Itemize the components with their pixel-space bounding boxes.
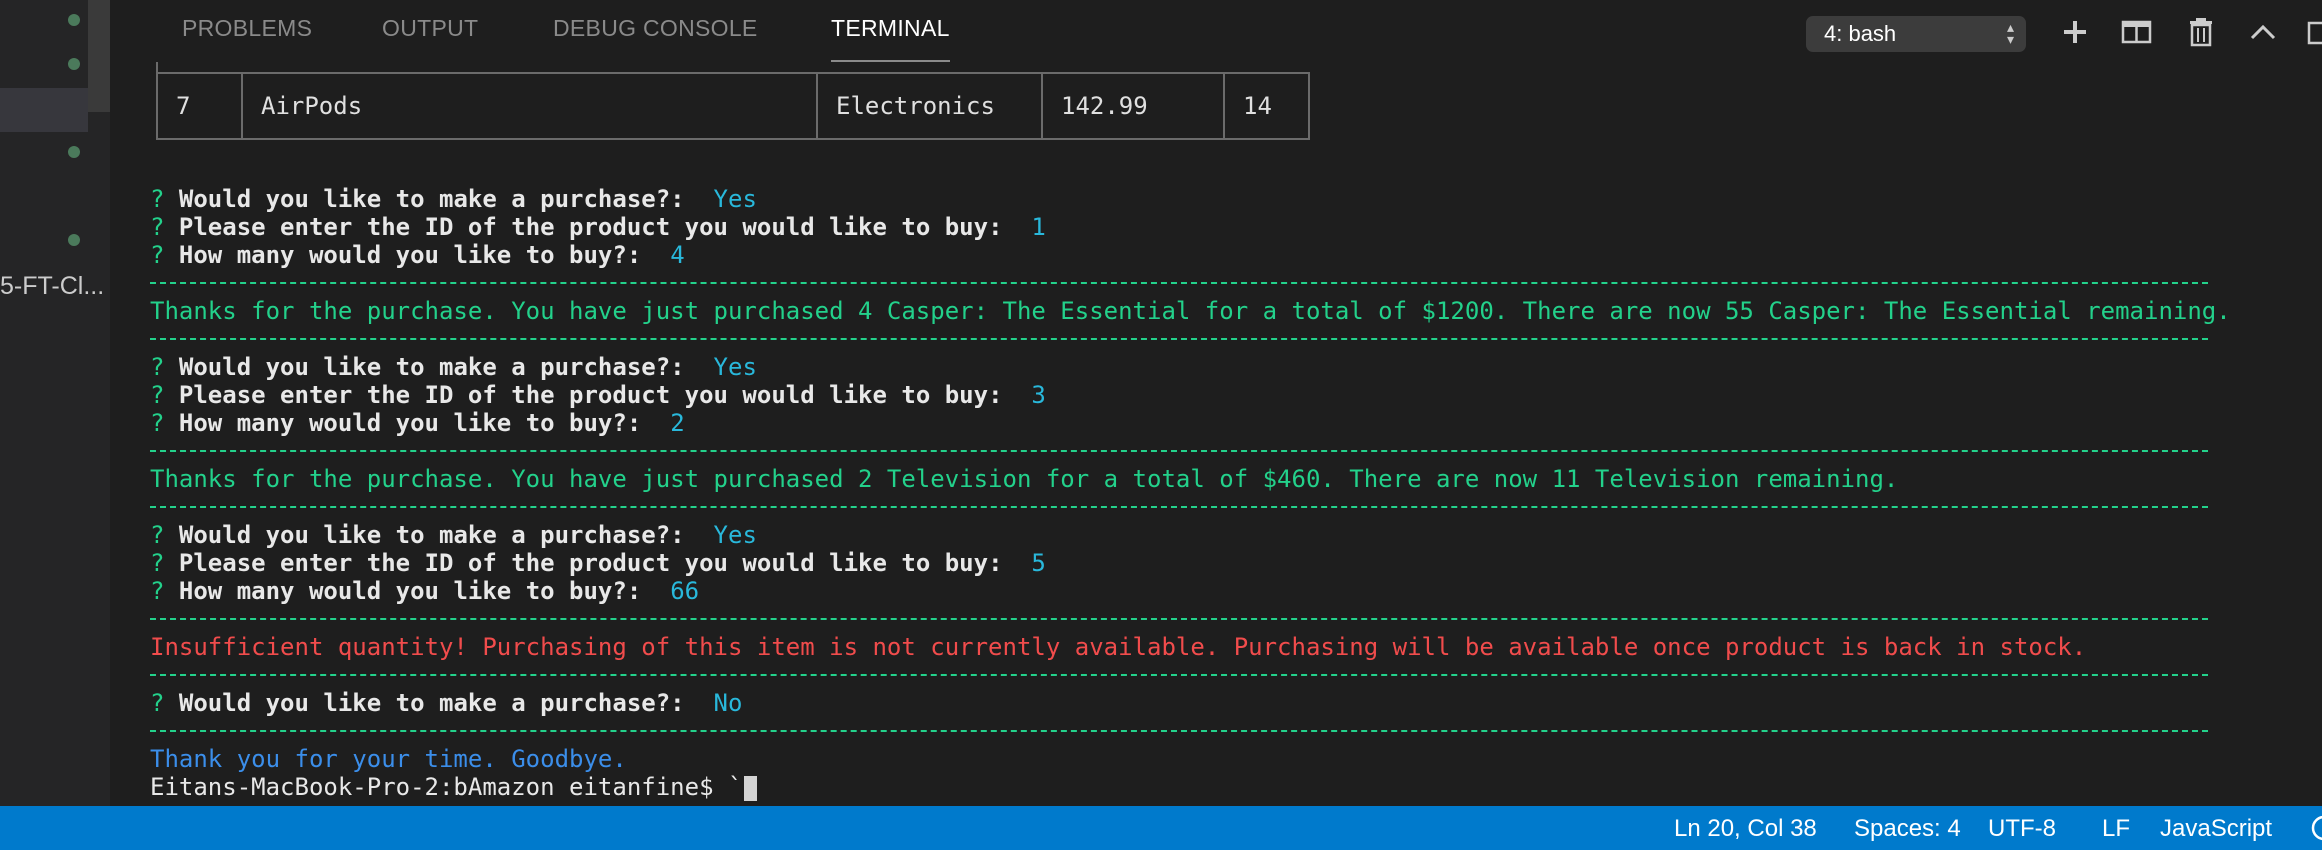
modified-dot-icon: [68, 14, 80, 26]
success-message: Thanks for the purchase. You have just p…: [150, 465, 1899, 493]
table-border: [156, 62, 1310, 72]
sidebar-item-label[interactable]: 5-FT-Cl...: [0, 272, 104, 301]
cell-price: 142.99: [1041, 72, 1225, 140]
product-table: 7 AirPods Electronics 142.99 14: [156, 72, 1310, 140]
dashed-separator: [150, 618, 2208, 620]
trash-icon[interactable]: [2184, 14, 2218, 50]
goodbye-message: Thank you for your time. Goodbye.: [150, 745, 627, 773]
prompt-line: ? Please enter the ID of the product you…: [150, 381, 1046, 409]
modified-dot-icon: [68, 58, 80, 70]
cell-stock: 14: [1223, 72, 1310, 140]
explorer-sidebar: 5-FT-Cl...: [0, 0, 110, 806]
prompt-line: ? Would you like to make a purchase?: Ye…: [150, 185, 757, 213]
maximize-icon[interactable]: [2306, 14, 2322, 50]
terminal-selector[interactable]: 4: bash ▴ ▾: [1806, 16, 2026, 52]
sidebar-selected-item[interactable]: [0, 88, 88, 132]
tab-output[interactable]: OUTPUT: [382, 15, 478, 42]
select-arrows-icon: ▴ ▾: [2006, 19, 2014, 47]
prompt-line: ? How many would you like to buy?: 2: [150, 409, 685, 437]
dashed-separator: [150, 450, 2208, 452]
success-message: Thanks for the purchase. You have just p…: [150, 297, 2231, 325]
chevron-up-icon[interactable]: [2246, 14, 2280, 50]
prompt-line: ? Please enter the ID of the product you…: [150, 549, 1046, 577]
dashed-separator: [150, 506, 2208, 508]
dashed-separator: [150, 338, 2208, 340]
shell-prompt: Eitans-MacBook-Pro-2:bAmazon eitanfine$ …: [150, 773, 743, 801]
prompt-line: ? Would you like to make a purchase?: No: [150, 689, 743, 717]
split-terminal-icon[interactable]: [2120, 14, 2154, 50]
plus-icon[interactable]: [2058, 14, 2092, 50]
prompt-line: ? Would you like to make a purchase?: Ye…: [150, 353, 757, 381]
dashed-separator: [150, 674, 2208, 676]
indentation-setting[interactable]: Spaces: 4: [1854, 815, 1961, 843]
terminal-output[interactable]: 7 AirPods Electronics 142.99 14 ? Would …: [150, 62, 2270, 802]
sidebar-scrollbar[interactable]: [88, 0, 110, 112]
error-message: Insufficient quantity! Purchasing of thi…: [150, 633, 2087, 661]
line-ending[interactable]: LF: [2102, 815, 2130, 843]
file-encoding[interactable]: UTF-8: [1988, 815, 2056, 843]
shell-prompt-line[interactable]: Eitans-MacBook-Pro-2:bAmazon eitanfine$ …: [150, 773, 758, 801]
terminal-cursor: [744, 775, 758, 801]
prompt-line: ? Please enter the ID of the product you…: [150, 213, 1046, 241]
cell-id: 7: [156, 72, 243, 140]
tab-problems[interactable]: PROBLEMS: [182, 15, 312, 42]
language-mode[interactable]: JavaScript: [2160, 815, 2272, 843]
tab-debug-console[interactable]: DEBUG CONSOLE: [553, 15, 758, 42]
status-bar: Ln 20, Col 38 Spaces: 4 UTF-8 LF JavaScr…: [0, 806, 2322, 850]
dashed-separator: [150, 282, 2208, 284]
feedback-icon[interactable]: [2310, 813, 2322, 850]
prompt-line: ? Would you like to make a purchase?: Ye…: [150, 521, 757, 549]
cell-department: Electronics: [816, 72, 1043, 140]
terminal-selector-value: 4: bash: [1824, 21, 1897, 46]
modified-dot-icon: [68, 234, 80, 246]
cell-product-name: AirPods: [241, 72, 818, 140]
tab-terminal[interactable]: TERMINAL: [831, 15, 950, 42]
modified-dot-icon: [68, 146, 80, 158]
dashed-separator: [150, 730, 2208, 732]
prompt-line: ? How many would you like to buy?: 66: [150, 577, 700, 605]
cursor-position[interactable]: Ln 20, Col 38: [1674, 815, 1817, 843]
prompt-line: ? How many would you like to buy?: 4: [150, 241, 685, 269]
table-row: 7 AirPods Electronics 142.99 14: [156, 72, 1310, 140]
